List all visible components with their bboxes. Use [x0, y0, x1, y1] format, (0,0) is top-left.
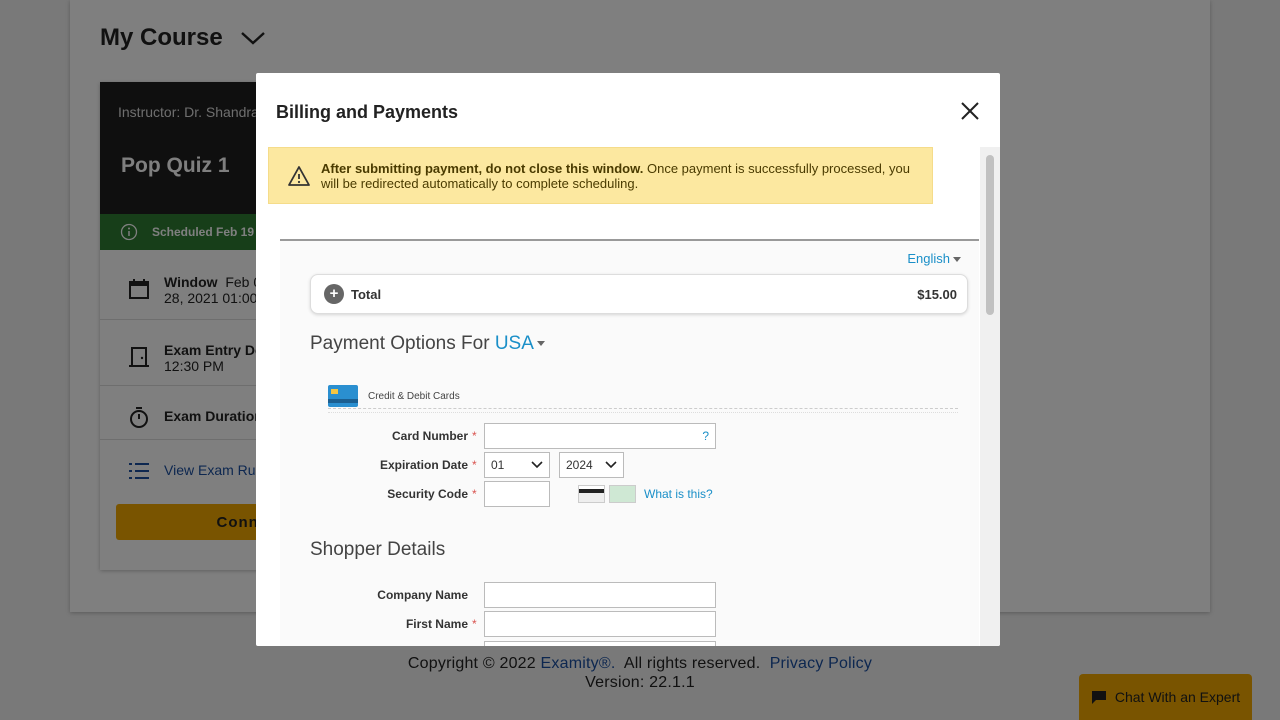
- card-number-row: Card Number * ?: [280, 423, 716, 449]
- close-icon[interactable]: [958, 99, 982, 123]
- card-front-icon: [609, 485, 636, 503]
- total-label: Total: [351, 286, 382, 302]
- plus-icon[interactable]: +: [324, 284, 344, 304]
- company-name-label: Company Name: [377, 588, 468, 602]
- shopper-details-heading: Shopper Details: [310, 539, 446, 560]
- scroll-thumb[interactable]: [986, 155, 994, 315]
- billing-modal: Billing and Payments After submitting pa…: [256, 73, 1000, 646]
- card-number-label: Card Number: [391, 429, 468, 443]
- credit-card-icon: [328, 385, 358, 407]
- divider: [328, 408, 958, 409]
- first-name-label: First Name: [405, 617, 468, 631]
- next-field-input[interactable]: [484, 641, 716, 646]
- cvv-card-icons: [578, 485, 636, 503]
- first-name-row: First Name *: [280, 611, 716, 637]
- exp-year-select[interactable]: 2024: [559, 452, 624, 478]
- exp-year-value: 2024: [566, 458, 593, 472]
- credit-card-label: Credit & Debit Cards: [368, 390, 460, 402]
- caret-down-icon: [536, 341, 545, 347]
- expiration-label: Expiration Date: [379, 458, 468, 472]
- card-number-help-icon[interactable]: ?: [702, 429, 709, 443]
- company-name-input[interactable]: [484, 582, 716, 608]
- modal-title: Billing and Payments: [276, 102, 459, 122]
- payment-options-prefix: Payment Options For: [310, 333, 490, 354]
- required-mark: *: [472, 617, 477, 631]
- credit-card-option[interactable]: Credit & Debit Cards: [328, 385, 460, 407]
- card-number-input[interactable]: ?: [484, 423, 716, 449]
- warning-bold: After submitting payment, do not close t…: [321, 160, 644, 176]
- total-amount: $15.00: [917, 286, 957, 302]
- warning-icon: [288, 165, 310, 186]
- security-code-row: Security Code * What is this?: [280, 481, 713, 507]
- next-field-row: [280, 641, 716, 646]
- expiration-row: Expiration Date * 01 2024: [280, 452, 624, 478]
- card-back-icon: [578, 485, 605, 503]
- exp-month-value: 01: [491, 458, 505, 472]
- first-name-input[interactable]: [484, 611, 716, 637]
- modal-scrollbar[interactable]: [980, 147, 1000, 646]
- required-mark: *: [472, 429, 477, 443]
- country-value: USA: [494, 333, 534, 354]
- total-box[interactable]: + Total $15.00: [310, 274, 968, 314]
- caret-down-icon: [953, 257, 961, 263]
- security-code-input[interactable]: [484, 481, 550, 507]
- language-value: English: [907, 251, 950, 266]
- security-code-label: Security Code: [387, 487, 468, 501]
- exp-month-select[interactable]: 01: [484, 452, 550, 478]
- company-name-row: Company Name: [280, 582, 716, 608]
- required-mark: *: [472, 458, 477, 472]
- payment-options-heading: Payment Options For USA: [310, 333, 545, 355]
- what-is-this-link[interactable]: What is this?: [644, 487, 713, 501]
- language-selector[interactable]: English: [907, 251, 961, 266]
- payment-frame: English + Total $15.00 Payment Options F…: [280, 239, 979, 646]
- country-selector[interactable]: USA: [495, 333, 545, 354]
- required-mark: *: [472, 487, 477, 501]
- modal-body: After submitting payment, do not close t…: [268, 147, 980, 646]
- chevron-down-icon: [531, 461, 543, 469]
- divider: [328, 412, 958, 413]
- payment-warning: After submitting payment, do not close t…: [268, 147, 933, 204]
- chevron-down-icon: [605, 461, 617, 469]
